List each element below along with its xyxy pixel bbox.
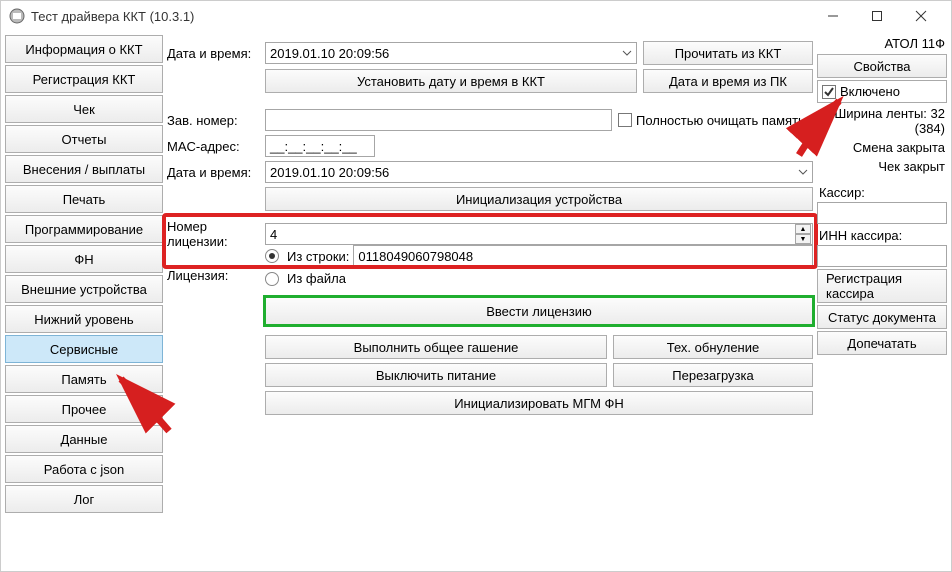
license-from-file-label: Из файла <box>287 271 346 286</box>
main-panel: Дата и время: 2019.01.10 20:09:56 Прочит… <box>167 35 813 567</box>
sidebar-item-2[interactable]: Чек <box>5 95 163 123</box>
sidebar-item-4[interactable]: Внесения / выплаты <box>5 155 163 183</box>
reprint-button[interactable]: Допечатать <box>817 331 947 355</box>
sidebar-item-5[interactable]: Печать <box>5 185 163 213</box>
read-from-kkt-button[interactable]: Прочитать из ККТ <box>643 41 813 65</box>
license-string-input[interactable]: 0118049060798048 <box>353 245 813 267</box>
check-closed-label: Чек закрыт <box>817 158 947 175</box>
maximize-button[interactable] <box>855 1 899 31</box>
sidebar-item-10[interactable]: Сервисные <box>5 335 163 363</box>
title-bar: Тест драйвера ККТ (10.3.1) <box>1 1 951 31</box>
register-cashier-button[interactable]: Регистрация кассира <box>817 269 947 303</box>
datetime-combo[interactable]: 2019.01.10 20:09:56 <box>265 42 637 64</box>
spinner-down-icon[interactable]: ▼ <box>795 234 811 244</box>
datetime-value: 2019.01.10 20:09:56 <box>270 46 389 61</box>
device-model-label: АТОЛ 11Ф <box>817 35 947 52</box>
clear-memory-check-icon <box>618 113 632 127</box>
tech-reset-button[interactable]: Тех. обнуление <box>613 335 813 359</box>
cashier-inn-input[interactable] <box>817 245 947 267</box>
enabled-check-icon <box>822 85 836 99</box>
datetime-from-pc-button[interactable]: Дата и время из ПК <box>643 69 813 93</box>
reboot-button[interactable]: Перезагрузка <box>613 363 813 387</box>
datetime2-combo[interactable]: 2019.01.10 20:09:56 <box>265 161 813 183</box>
right-panel: АТОЛ 11Ф Свойства Включено Ширина ленты:… <box>817 35 947 567</box>
datetime2-label: Дата и время: <box>167 165 259 180</box>
clear-memory-label: Полностью очищать память <box>636 113 805 128</box>
serial-label: Зав. номер: <box>167 113 259 128</box>
shift-closed-label: Смена закрыта <box>817 139 947 156</box>
enter-license-button[interactable]: Ввести лицензию <box>265 297 813 325</box>
sidebar-item-6[interactable]: Программирование <box>5 215 163 243</box>
properties-button[interactable]: Свойства <box>817 54 947 78</box>
sidebar-item-1[interactable]: Регистрация ККТ <box>5 65 163 93</box>
mac-label: MAC-адрес: <box>167 139 259 154</box>
erase-all-button[interactable]: Выполнить общее гашение <box>265 335 607 359</box>
doc-status-button[interactable]: Статус документа <box>817 305 947 329</box>
sidebar-item-9[interactable]: Нижний уровень <box>5 305 163 333</box>
sidebar-item-3[interactable]: Отчеты <box>5 125 163 153</box>
mac-input[interactable]: __:__:__:__:__ <box>265 135 375 157</box>
license-from-file-radio[interactable] <box>265 272 279 286</box>
tape-width-label: Ширина ленты: 32 (384) <box>817 105 947 137</box>
chevron-down-icon <box>622 46 632 61</box>
spinner-up-icon[interactable]: ▲ <box>795 224 811 234</box>
license-label: Лицензия: <box>167 245 259 283</box>
license-from-string-radio[interactable] <box>265 249 279 263</box>
sidebar-item-12[interactable]: Прочее <box>5 395 163 423</box>
app-window: Тест драйвера ККТ (10.3.1) Информация о … <box>0 0 952 572</box>
sidebar-item-7[interactable]: ФН <box>5 245 163 273</box>
clear-memory-checkbox[interactable]: Полностью очищать память <box>618 113 813 128</box>
serial-input[interactable] <box>265 109 612 131</box>
minimize-button[interactable] <box>811 1 855 31</box>
init-mgm-button[interactable]: Инициализировать МГМ ФН <box>265 391 813 415</box>
cashier-label: Кассир: <box>817 183 947 200</box>
cashier-input[interactable] <box>817 202 947 224</box>
sidebar-item-13[interactable]: Данные <box>5 425 163 453</box>
license-from-string-label: Из строки: <box>287 249 349 264</box>
app-icon <box>9 8 25 24</box>
sidebar-item-11[interactable]: Память <box>5 365 163 393</box>
license-no-input[interactable]: 4 ▲ ▼ <box>265 223 813 245</box>
init-device-button[interactable]: Инициализация устройства <box>265 187 813 211</box>
sidebar-item-14[interactable]: Работа с json <box>5 455 163 483</box>
power-off-button[interactable]: Выключить питание <box>265 363 607 387</box>
window-title: Тест драйвера ККТ (10.3.1) <box>31 9 811 24</box>
enabled-checkbox[interactable]: Включено <box>817 80 947 103</box>
chevron-down-icon <box>798 165 808 180</box>
enabled-label: Включено <box>840 84 900 99</box>
set-datetime-kkt-button[interactable]: Установить дату и время в ККТ <box>265 69 637 93</box>
datetime-label: Дата и время: <box>167 46 259 61</box>
sidebar-item-0[interactable]: Информация о ККТ <box>5 35 163 63</box>
sidebar-item-15[interactable]: Лог <box>5 485 163 513</box>
sidebar: Информация о ККТРегистрация ККТЧекОтчеты… <box>5 35 163 567</box>
close-button[interactable] <box>899 1 943 31</box>
sidebar-item-8[interactable]: Внешние устройства <box>5 275 163 303</box>
cashier-inn-label: ИНН кассира: <box>817 226 947 243</box>
